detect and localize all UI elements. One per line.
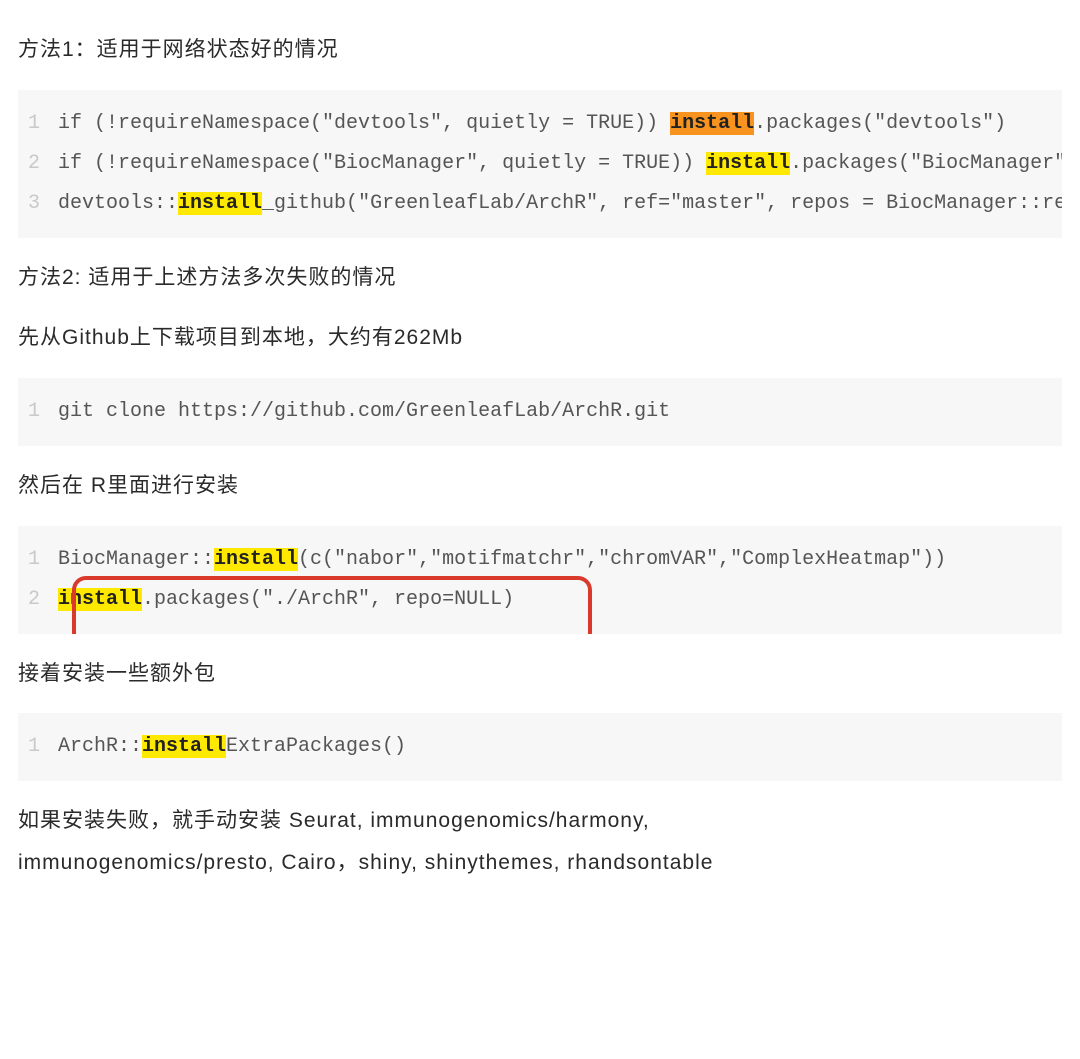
code-text: if (!requireNamespace("devtools", quietl… [58, 112, 670, 135]
para-extra-packages: 接着安装一些额外包 [18, 654, 1062, 694]
code-content: install.packages("./ArchR", repo=NULL) [58, 580, 514, 620]
para-method2: 方法2: 适用于上述方法多次失败的情况 [18, 258, 1062, 298]
code-text: devtools:: [58, 192, 178, 215]
code-text: .packages("BiocManager") [790, 152, 1062, 175]
code-block-2: 1 git clone https://github.com/Greenleaf… [18, 378, 1062, 446]
code-text: ExtraPackages() [226, 735, 406, 758]
code-block-3: 1 BiocManager::install(c("nabor","motifm… [18, 526, 1062, 634]
line-number: 2 [18, 144, 58, 184]
code-text: if (!requireNamespace("BiocManager", qui… [58, 152, 706, 175]
line-number: 1 [18, 727, 58, 767]
code-line: 1 BiocManager::install(c("nabor","motifm… [18, 540, 1062, 580]
code-text: _github("GreenleafLab/ArchR", ref="maste… [262, 192, 1062, 215]
line-number: 3 [18, 184, 58, 224]
code-content: BiocManager::install(c("nabor","motifmat… [58, 540, 946, 580]
code-line: 1 if (!requireNamespace("devtools", quie… [18, 104, 1062, 144]
highlight-install-yellow: install [142, 735, 226, 758]
para-github-download: 先从Github上下载项目到本地，大约有262Mb [18, 318, 1062, 358]
code-content: ArchR::installExtraPackages() [58, 727, 406, 767]
code-block-4: 1 ArchR::installExtraPackages() [18, 713, 1062, 781]
code-text: ArchR:: [58, 735, 142, 758]
code-text: (c("nabor","motifmatchr","chromVAR","Com… [298, 548, 946, 571]
code-content: git clone https://github.com/GreenleafLa… [58, 392, 670, 432]
code-line: 1 git clone https://github.com/Greenleaf… [18, 392, 1062, 432]
code-content: if (!requireNamespace("devtools", quietl… [58, 104, 1006, 144]
code-text: .packages("./ArchR", repo=NULL) [142, 588, 514, 611]
code-line: 3 devtools::install_github("GreenleafLab… [18, 184, 1062, 224]
code-text: .packages("devtools") [754, 112, 1006, 135]
highlight-install-orange: install [670, 112, 754, 135]
para-install-in-r: 然后在 R里面进行安装 [18, 466, 1062, 506]
code-text: BiocManager:: [58, 548, 214, 571]
line-number: 1 [18, 104, 58, 144]
highlight-install-yellow: install [58, 588, 142, 611]
code-line: 2 if (!requireNamespace("BiocManager", q… [18, 144, 1062, 184]
highlight-install-yellow: install [214, 548, 298, 571]
para-manual-install-cont: immunogenomics/presto, Cairo，shiny, shin… [18, 843, 1062, 883]
line-number: 1 [18, 540, 58, 580]
para-manual-install: 如果安装失败，就手动安装 Seurat, immunogenomics/harm… [18, 801, 1062, 841]
line-number: 2 [18, 580, 58, 620]
code-line: 2 install.packages("./ArchR", repo=NULL) [18, 580, 1062, 620]
code-block-1: 1 if (!requireNamespace("devtools", quie… [18, 90, 1062, 238]
code-content: devtools::install_github("GreenleafLab/A… [58, 184, 1062, 224]
highlight-install-yellow: install [706, 152, 790, 175]
para-method1: 方法1：适用于网络状态好的情况 [18, 30, 1062, 70]
highlight-install-yellow: install [178, 192, 262, 215]
line-number: 1 [18, 392, 58, 432]
code-content: if (!requireNamespace("BiocManager", qui… [58, 144, 1062, 184]
code-line: 1 ArchR::installExtraPackages() [18, 727, 1062, 767]
